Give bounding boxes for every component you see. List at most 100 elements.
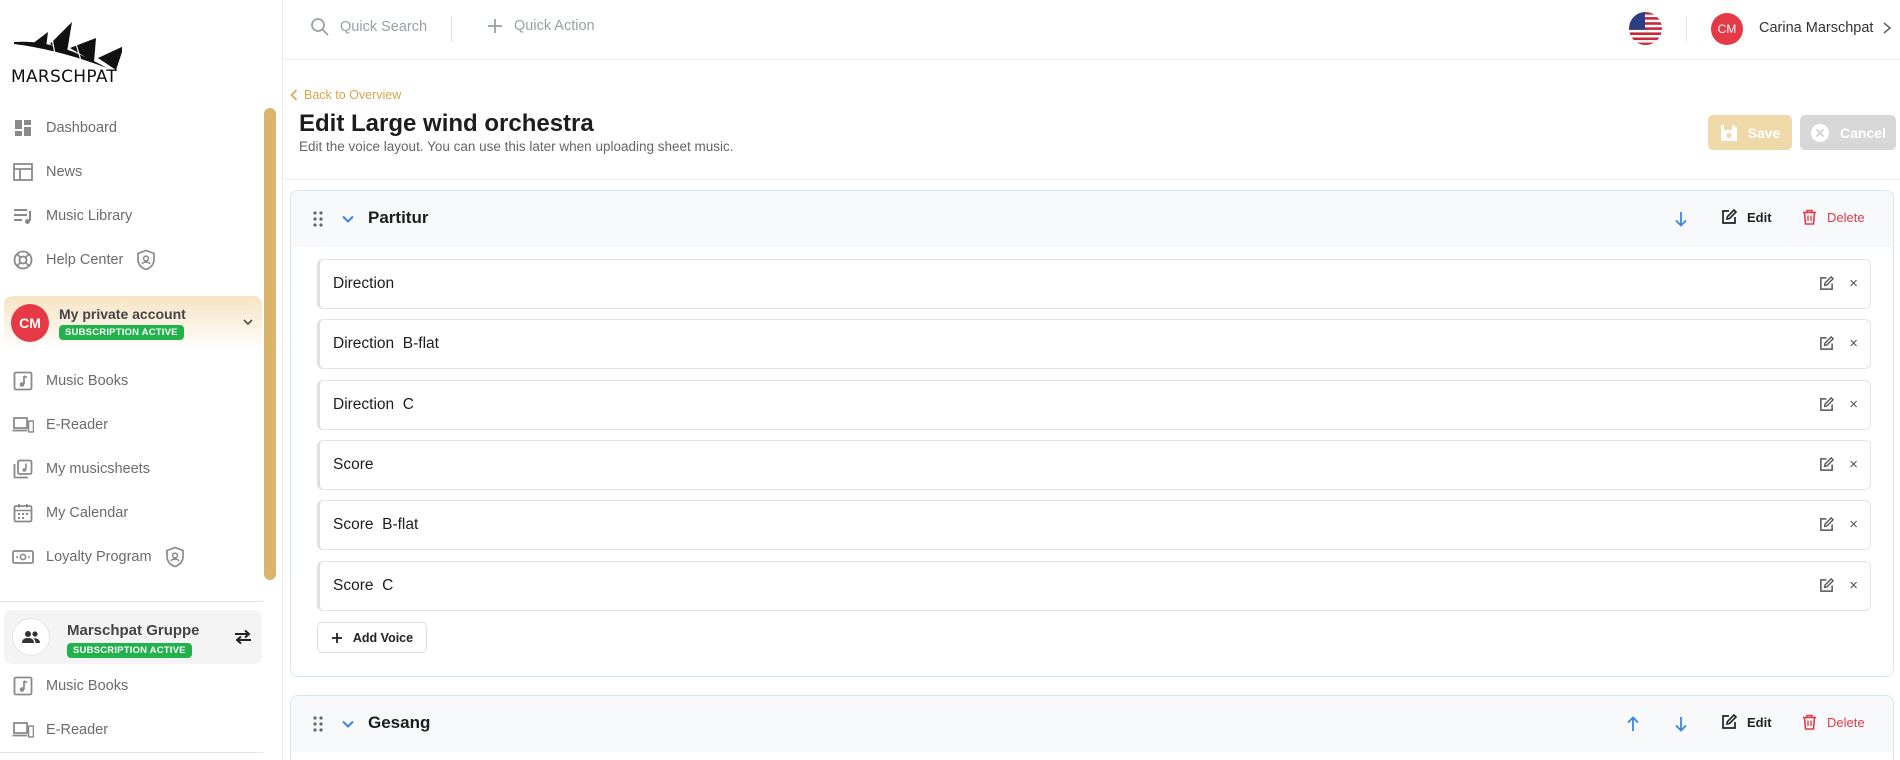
voice-item[interactable]: Direction B-flat ×: [317, 319, 1871, 369]
edit-pencil-icon: [1721, 714, 1747, 730]
voice-item[interactable]: Score B-flat ×: [317, 500, 1871, 550]
sidebar-item-group-e-reader[interactable]: E-Reader: [12, 716, 108, 744]
brand-wordmark: MARSCHPAT: [11, 67, 118, 87]
save-label: Save: [1747, 124, 1781, 141]
quick-action-label: Quick Action: [514, 18, 595, 34]
drag-handle-icon[interactable]: [313, 716, 323, 732]
voice-item[interactable]: Score ×: [317, 440, 1871, 490]
edit-voice-icon[interactable]: [1819, 276, 1834, 291]
edit-voice-icon[interactable]: [1819, 336, 1834, 351]
account-switcher-group[interactable]: Marschpat Gruppe SUBSCRIPTION ACTIVE: [4, 610, 262, 664]
add-voice-button[interactable]: Add Voice: [317, 622, 427, 653]
delete-group-button[interactable]: Delete: [1802, 209, 1865, 225]
topbar-separator: [451, 16, 452, 42]
sidebar-item-label: Dashboard: [46, 120, 117, 136]
remove-voice-icon[interactable]: ×: [1849, 335, 1858, 352]
sidebar-item-label: My musicsheets: [46, 461, 150, 477]
delete-group-button[interactable]: Delete: [1802, 714, 1865, 730]
sidebar-scrollbar[interactable]: [264, 108, 276, 580]
us-flag-language-icon[interactable]: [1629, 12, 1662, 45]
switch-account-icon[interactable]: [233, 629, 253, 645]
sidebar: MARSCHPAT Dashboard News Music Library H…: [0, 0, 283, 760]
sidebar-item-label: My Calendar: [46, 505, 129, 521]
account-avatar: CM: [11, 304, 49, 342]
remove-voice-icon[interactable]: ×: [1849, 516, 1858, 533]
quick-search-label: Quick Search: [340, 19, 428, 35]
voice-group-header: Gesang Edit Delete: [291, 696, 1893, 752]
sidebar-item-dashboard[interactable]: Dashboard: [12, 114, 117, 142]
sidebar-item-my-calendar[interactable]: My Calendar: [12, 499, 128, 527]
sidebar-divider: [0, 601, 263, 602]
voice-group-title: Partitur: [368, 208, 429, 227]
sidebar-item-music-books[interactable]: Music Books: [12, 367, 128, 395]
edit-pencil-icon: [1721, 209, 1747, 225]
account-name: My private account: [59, 306, 186, 322]
chevron-left-icon: [290, 89, 304, 101]
group-people-icon: [21, 630, 41, 644]
move-up-arrow-icon[interactable]: [1626, 716, 1640, 732]
sidebar-item-group-music-books[interactable]: Music Books: [12, 672, 128, 700]
group-name: Marschpat Gruppe: [67, 622, 200, 639]
remove-voice-icon[interactable]: ×: [1849, 396, 1858, 413]
remove-voice-icon[interactable]: ×: [1849, 275, 1858, 292]
user-name[interactable]: Carina Marschpat: [1759, 20, 1873, 36]
plus-icon: [331, 632, 353, 644]
chevron-down-icon[interactable]: [242, 316, 254, 328]
add-voice-label: Add Voice: [352, 630, 414, 645]
music-library-icon: [12, 205, 34, 227]
edit-voice-icon[interactable]: [1819, 578, 1834, 593]
collapse-chevron-icon[interactable]: [341, 212, 355, 226]
sidebar-item-e-reader[interactable]: E-Reader: [12, 411, 108, 439]
sidebar-item-loyalty-program[interactable]: Loyalty Program: [12, 543, 186, 571]
floppy-disk-icon: [1720, 124, 1748, 142]
edit-voice-icon[interactable]: [1819, 457, 1834, 472]
sidebar-item-label: E-Reader: [46, 722, 109, 738]
cancel-button[interactable]: Cancel: [1800, 115, 1896, 150]
sidebar-item-label: E-Reader: [46, 417, 109, 433]
edit-voice-icon[interactable]: [1819, 517, 1834, 532]
musicsheets-icon: [12, 458, 34, 480]
voice-item[interactable]: Score C ×: [317, 561, 1871, 611]
delete-label: Delete: [1827, 209, 1865, 225]
sidebar-item-news[interactable]: News: [12, 158, 82, 186]
voice-group-partitur: Partitur Edit Delete Direction × Directi…: [290, 190, 1894, 677]
edit-voice-icon[interactable]: [1819, 397, 1834, 412]
sidebar-item-label: Music Library: [46, 208, 133, 224]
sidebar-item-label: Help Center: [46, 252, 124, 268]
collapse-chevron-icon[interactable]: [341, 717, 355, 731]
voice-item[interactable]: Direction C ×: [317, 380, 1871, 430]
quick-action-button[interactable]: Quick Action: [486, 17, 595, 35]
sidebar-item-label: Music Books: [46, 373, 129, 389]
sidebar-item-music-library[interactable]: Music Library: [12, 202, 132, 230]
sidebar-item-my-musicsheets[interactable]: My musicsheets: [12, 455, 150, 483]
edit-group-button[interactable]: Edit: [1721, 209, 1772, 225]
voice-label: Score C: [333, 577, 394, 594]
drag-handle-icon[interactable]: [313, 211, 323, 227]
quick-search-button[interactable]: Quick Search: [310, 17, 427, 37]
back-to-overview-link[interactable]: Back to Overview: [290, 88, 401, 102]
move-down-arrow-icon[interactable]: [1674, 716, 1688, 732]
chevron-right-icon[interactable]: [1882, 21, 1892, 35]
news-icon: [12, 161, 34, 183]
calendar-icon: [12, 502, 34, 524]
user-avatar[interactable]: CM: [1711, 13, 1743, 45]
help-center-icon: [12, 249, 34, 271]
loyalty-icon: [12, 546, 34, 568]
voice-item[interactable]: Direction ×: [317, 259, 1871, 309]
edit-group-button[interactable]: Edit: [1721, 714, 1772, 730]
trash-icon: [1802, 714, 1827, 730]
sidebar-item-help-center[interactable]: Help Center: [12, 246, 157, 274]
remove-voice-icon[interactable]: ×: [1849, 456, 1858, 473]
voice-label: Score B-flat: [333, 516, 419, 533]
dashboard-icon: [12, 117, 34, 139]
voice-label: Score: [333, 456, 374, 473]
move-down-arrow-icon[interactable]: [1674, 211, 1688, 227]
music-book-icon: [12, 370, 34, 392]
voice-group-header: Partitur Edit Delete: [291, 191, 1893, 247]
voice-label: Direction B-flat: [333, 335, 439, 352]
account-switcher-private[interactable]: CM My private account SUBSCRIPTION ACTIV…: [4, 296, 262, 350]
save-button[interactable]: Save: [1708, 115, 1792, 150]
cancel-label: Cancel: [1840, 124, 1886, 141]
remove-voice-icon[interactable]: ×: [1849, 577, 1858, 594]
plus-icon: [486, 17, 514, 35]
